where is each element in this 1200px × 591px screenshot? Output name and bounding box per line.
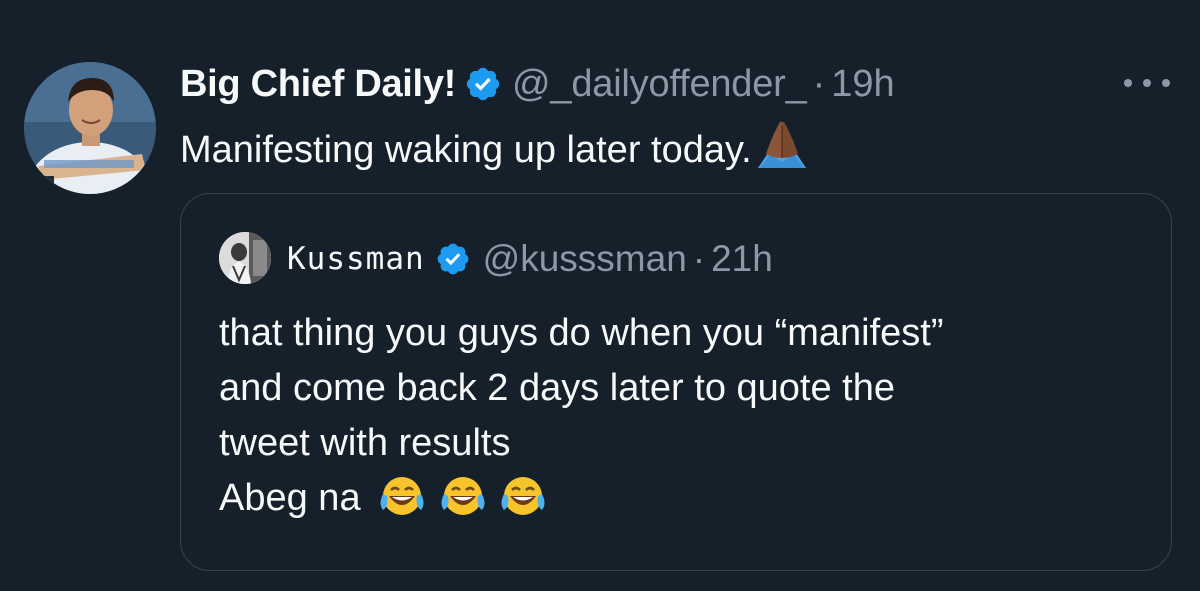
tears-of-joy-icon (438, 474, 488, 534)
quoted-text-last-line: Abeg na (219, 471, 1149, 534)
quoted-tweet-header: Kussman @kusssman · 21h (287, 232, 773, 286)
tweet[interactable]: Big Chief Daily! @_dailyoffender_ · 19h … (0, 0, 1200, 591)
author-handle[interactable]: @_dailyoffender_ (512, 63, 807, 106)
verified-badge-icon (435, 241, 471, 277)
more-options-icon[interactable] (1124, 66, 1170, 100)
more-dot (1162, 79, 1170, 87)
tweet-text-content: Manifesting waking up later today. (180, 129, 752, 171)
tweet-timestamp[interactable]: 19h (831, 63, 894, 106)
tears-of-joy-icon (377, 474, 427, 534)
author-avatar[interactable] (24, 62, 156, 194)
tweet-text: Manifesting waking up later today. (180, 118, 812, 184)
verified-badge-icon (464, 65, 502, 103)
more-dot (1143, 79, 1151, 87)
separator-dot: · (692, 238, 706, 279)
quoted-text-line: that thing you guys do when you “manifes… (219, 312, 944, 354)
quoted-text-line: and come back 2 days later to quote the (219, 367, 895, 409)
separator-dot: · (812, 62, 826, 105)
more-dot (1124, 79, 1132, 87)
quoted-tweet-timestamp[interactable]: 21h (711, 238, 773, 280)
quoted-tweet-text: that thing you guys do when you “manifes… (219, 306, 1149, 534)
folded-hands-icon (752, 118, 812, 184)
quoted-author-display-name[interactable]: Kussman (287, 241, 425, 277)
tweet-header: Big Chief Daily! @_dailyoffender_ · 19h (180, 56, 895, 112)
quoted-author-avatar[interactable] (219, 232, 271, 284)
author-display-name[interactable]: Big Chief Daily! (180, 63, 456, 106)
quoted-text-line: tweet with results (219, 422, 511, 464)
quoted-tweet[interactable]: Kussman @kusssman · 21h that thing you g… (180, 193, 1172, 571)
tears-of-joy-icon (498, 474, 548, 534)
quoted-author-handle[interactable]: @kusssman (483, 238, 687, 280)
quoted-text-line: Abeg na (219, 477, 361, 519)
